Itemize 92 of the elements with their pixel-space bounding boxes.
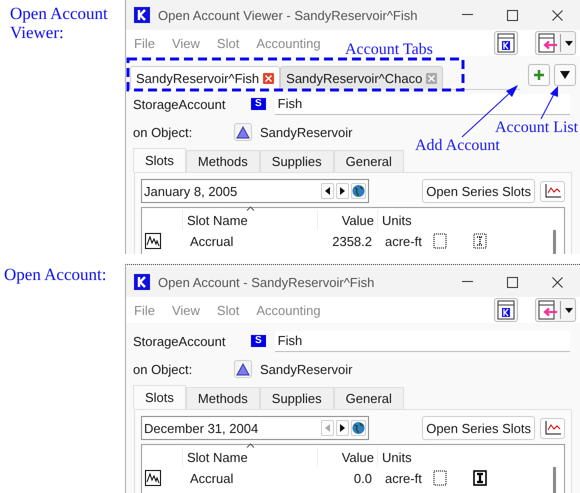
table-cell-text: 2358.2 [331, 234, 373, 248]
tab[interactable]: General [334, 150, 404, 172]
caption: Open Account: [3, 265, 108, 284]
column-header[interactable]: Value [342, 213, 374, 228]
dock-window-button[interactable] [535, 31, 576, 55]
account-type-label: StorageAccount [133, 96, 227, 112]
tab[interactable]: General [334, 387, 404, 409]
close-icon[interactable] [552, 10, 563, 20]
table-cell-text: acre-ft [384, 234, 423, 248]
app-logo-icon [134, 7, 150, 23]
right-triangle-icon [340, 187, 345, 195]
plot-button[interactable] [540, 418, 565, 438]
next-button[interactable] [336, 183, 349, 199]
object-label: on Object: [133, 362, 194, 376]
sort-caret-icon [246, 206, 255, 211]
account-tab[interactable]: SandyReservoir^Fish [130, 66, 280, 90]
tab-close-icon[interactable] [263, 73, 274, 84]
previous-button[interactable] [321, 183, 334, 199]
triangle-icon [236, 362, 250, 376]
close-icon[interactable] [552, 276, 563, 288]
i-block-icon [473, 470, 487, 486]
tab[interactable]: Slots [133, 148, 186, 172]
date-field[interactable]: January 8, 2005 [141, 179, 369, 203]
caption: Open Account Viewer: [9, 3, 109, 42]
account-name-field[interactable]: Fish [274, 94, 570, 114]
account-type-label: StorageAccount [133, 334, 227, 348]
open-series-slots-button[interactable]: Open Series Slots [422, 179, 535, 203]
object-name: SandyReservoir [260, 124, 352, 140]
maximize-icon[interactable] [507, 10, 518, 20]
callout-arrow [540, 86, 558, 120]
table-cell-text: acre-ft [384, 470, 423, 486]
app-logo-icon [134, 274, 150, 290]
line-chart-icon [544, 421, 560, 435]
globe-icon [352, 184, 365, 198]
callout-label: Add Account [415, 137, 500, 155]
column-header[interactable]: Slot Name [187, 213, 248, 228]
account-tab[interactable]: SandyReservoir^Chaco [280, 66, 444, 90]
object-button[interactable] [234, 123, 252, 141]
object-label: on Object: [133, 124, 194, 140]
app-window-icon [497, 33, 515, 53]
maximize-icon[interactable] [507, 276, 518, 288]
column-header[interactable]: Units [382, 213, 412, 228]
dotted-i-icon [473, 233, 487, 249]
left-triangle-icon [325, 424, 330, 432]
app-window-button[interactable] [494, 298, 518, 322]
app-window-button[interactable] [494, 31, 518, 55]
callout-label: Account Tabs [345, 41, 433, 59]
window-title: Open Account Viewer - SandyReservoir^Fish [158, 8, 418, 22]
minimize-icon[interactable] [462, 281, 473, 283]
open-series-slots-button[interactable]: Open Series Slots [422, 416, 535, 440]
plus-icon [534, 70, 544, 80]
dock-window-icon [538, 300, 558, 320]
triangle-icon [236, 126, 250, 138]
globe-button[interactable] [351, 183, 366, 199]
minimize-icon[interactable] [462, 14, 473, 16]
globe-icon [352, 421, 365, 435]
globe-button[interactable] [351, 420, 366, 436]
dotted-box-icon [433, 470, 447, 486]
tab[interactable]: Supplies [260, 387, 334, 409]
app-window-icon [497, 300, 515, 320]
caret-down-icon [560, 71, 570, 79]
dock-window-button[interactable] [535, 298, 576, 322]
dock-window-icon [538, 33, 558, 53]
tab[interactable]: Slots [133, 385, 186, 409]
left-triangle-icon [325, 187, 330, 195]
plot-button[interactable] [540, 180, 565, 202]
line-chart-icon [544, 184, 560, 198]
window-title: Open Account - SandyReservoir^Fish [158, 274, 376, 290]
add-account-button[interactable] [528, 64, 550, 86]
dotted-box-icon [433, 233, 447, 249]
account-list-button[interactable] [554, 64, 576, 86]
tab[interactable]: Methods [186, 150, 260, 172]
series-slot-icon [145, 470, 161, 486]
type-badge: S [251, 98, 266, 110]
object-name: SandyReservoir [260, 362, 352, 376]
table-cell-text: Accrual [189, 234, 234, 248]
callout-label: Account List [495, 119, 578, 137]
column-header[interactable]: Value [342, 450, 374, 465]
right-triangle-icon [340, 424, 345, 432]
series-slot-icon [145, 233, 161, 249]
column-header[interactable]: Units [382, 450, 412, 465]
date-field[interactable]: December 31, 2004 [141, 416, 369, 440]
sort-caret-icon [246, 443, 255, 448]
column-header[interactable]: Slot Name [187, 450, 248, 465]
account-name-field[interactable]: Fish [274, 330, 570, 352]
type-badge: S [251, 335, 266, 347]
next-button[interactable] [336, 420, 349, 436]
object-button[interactable] [234, 360, 252, 378]
tab[interactable]: Supplies [260, 150, 334, 172]
tab[interactable]: Methods [186, 387, 260, 409]
table-cell-text: 0.0 [352, 470, 373, 486]
table-cell-text: Accrual [189, 470, 234, 486]
